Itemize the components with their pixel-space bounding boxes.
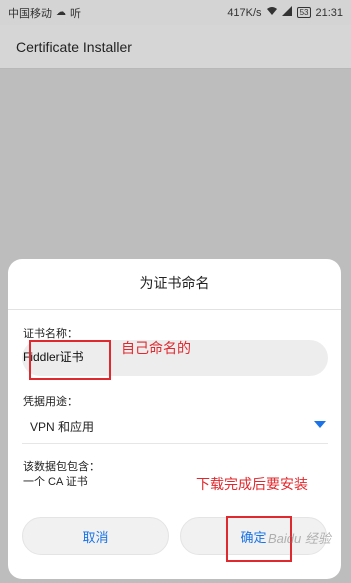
carrier-name: 中国移动	[8, 7, 52, 20]
cancel-button[interactable]: 取消	[22, 517, 169, 555]
status-bar: 中国移动 ☁ 听 417K/s 53 21:31	[0, 0, 351, 25]
network-speed: 417K/s	[227, 6, 262, 19]
wifi-icon	[266, 6, 278, 19]
clock: 21:31	[315, 6, 343, 19]
app-title: Certificate Installer	[16, 38, 132, 55]
credential-usage-select[interactable]: VPN 和应用	[30, 418, 94, 435]
title-divider	[8, 309, 341, 310]
wechat-bubble-icon: ☁	[56, 7, 66, 18]
signal-icon	[281, 6, 293, 19]
cert-name-input[interactable]: Fiddler证书	[23, 348, 84, 365]
dialog-title: 为证书命名	[139, 275, 210, 291]
status-right: 417K/s 53 21:31	[227, 6, 343, 19]
select-underline	[22, 443, 328, 444]
carrier-suffix: 听	[70, 7, 81, 20]
app-bar: Certificate Installer	[0, 25, 351, 69]
dropdown-arrow-icon[interactable]	[314, 421, 326, 428]
baidu-watermark: Baidu 经验	[268, 531, 331, 546]
annotation-self-named: 自己命名的	[121, 341, 191, 357]
cert-name-label: 证书名称：	[23, 328, 78, 340]
package-contents: 一个 CA 证书	[23, 476, 88, 488]
annotation-install-after-download: 下载完成后要安装	[196, 477, 308, 493]
battery-icon: 53	[296, 7, 312, 18]
credential-usage-label: 凭据用途：	[23, 396, 78, 408]
status-left: 中国移动 ☁ 听	[8, 5, 81, 21]
package-contains-label: 该数据包包含：	[23, 461, 100, 473]
